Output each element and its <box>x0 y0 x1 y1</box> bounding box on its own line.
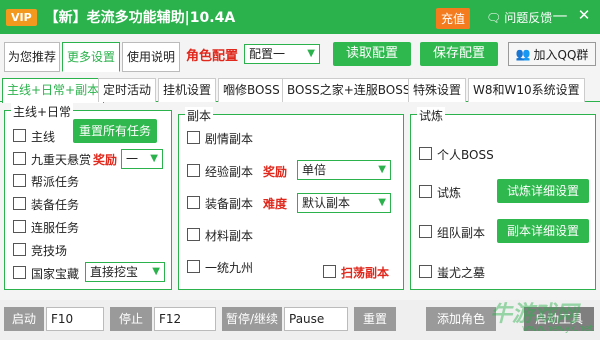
nine-heavens-reward-select[interactable]: 一 ▼ <box>121 149 163 169</box>
guild-task-label: 帮派任务 <box>31 175 80 189</box>
feedback-label: 问题反馈 <box>504 11 553 25</box>
pause-hotkey-input[interactable]: Pause <box>284 307 348 331</box>
stop-hotkey-input[interactable]: F12 <box>154 307 216 331</box>
add-role-button[interactable]: 添加角色 <box>426 307 496 331</box>
difficulty-value: 默认副本 <box>302 196 351 210</box>
dungeon-detail-settings-button[interactable]: 副本详细设置 <box>497 219 589 243</box>
group-trial: 试炼 个人BOSS 试炼 试炼详细设置 组队副本 副本详细设置 蚩尤之墓 <box>410 107 596 290</box>
equip-task-label: 装备任务 <box>31 198 80 212</box>
national-treasure-checkbox[interactable] <box>13 266 26 279</box>
join-qq-group-button[interactable]: 👥 加入QQ群 <box>508 42 596 66</box>
exp-dungeon-label: 经验副本 <box>205 165 254 179</box>
nine-heavens-reward-value: 一 <box>126 152 139 166</box>
tab-recommend[interactable]: 为您推荐 <box>4 42 60 72</box>
qq-group-label: 加入QQ群 <box>533 47 589 62</box>
sweep-dungeon-checkbox[interactable] <box>323 265 336 278</box>
app-title: 【新】老流多功能辅助|10.4A <box>44 10 236 26</box>
group-dungeon-title: 副本 <box>185 107 214 124</box>
difficulty-select[interactable]: 默认副本 ▼ <box>297 193 391 213</box>
role-config-label: 角色配置 <box>186 49 239 64</box>
chevron-down-icon: ▼ <box>150 153 158 164</box>
group-main-daily-title: 主线+日常 <box>11 103 74 120</box>
sweep-dungeon-label: 扫荡副本 <box>341 266 390 280</box>
chevron-down-icon: ▼ <box>378 164 386 175</box>
close-button[interactable]: ✕ <box>576 6 592 24</box>
tab-help[interactable]: 使用说明 <box>122 42 180 72</box>
unify-nine-states-label: 一统九州 <box>205 261 254 275</box>
group-dungeon: 副本 剧情副本 经验副本 奖励 单倍 ▼ 装备副本 难度 默认副本 ▼ 材料副本… <box>178 107 404 290</box>
tab-win-system-settings[interactable]: W8和W10系统设置 <box>468 78 585 102</box>
exp-reward-select[interactable]: 单倍 ▼ <box>297 160 391 180</box>
read-config-button[interactable]: 读取配置 <box>333 42 411 66</box>
team-dungeon-label: 组队副本 <box>437 226 486 240</box>
personal-boss-checkbox[interactable] <box>419 147 432 160</box>
equip-dungeon-label: 装备副本 <box>205 197 254 211</box>
story-dungeon-label: 剧情副本 <box>205 132 254 146</box>
config-select-value: 配置一 <box>249 47 286 61</box>
difficulty-label: 难度 <box>263 197 288 211</box>
recharge-button[interactable]: 充值 <box>436 8 471 29</box>
save-config-button[interactable]: 保存配置 <box>420 42 498 66</box>
unify-nine-states-checkbox[interactable] <box>187 260 200 273</box>
tab-boss-home[interactable]: BOSS之家+连服BOSS <box>282 78 416 102</box>
nine-heavens-label: 九重天悬赏 <box>31 153 92 167</box>
treasure-mode-value: 直接挖宝 <box>90 265 139 279</box>
group-trial-title: 试炼 <box>417 107 446 124</box>
feedback-link[interactable]: 🗨 问题反馈 <box>486 9 552 26</box>
reset-button[interactable]: 重置 <box>354 307 396 331</box>
mainline-checkbox[interactable] <box>13 129 26 142</box>
arena-checkbox[interactable] <box>13 243 26 256</box>
material-dungeon-label: 材料副本 <box>205 229 254 243</box>
national-treasure-label: 国家宝藏 <box>31 267 80 281</box>
trial-label: 试炼 <box>437 186 462 200</box>
treasure-mode-select[interactable]: 直接挖宝 ▼ <box>85 262 165 282</box>
start-button[interactable]: 启动 <box>4 307 44 331</box>
chat-icon: 🗨 <box>486 10 502 25</box>
pause-resume-button[interactable]: 暂停/继续 <box>222 307 282 331</box>
guild-task-checkbox[interactable] <box>13 174 26 187</box>
tab-boss-hunt[interactable]: 嗰修BOSS <box>218 78 285 102</box>
minimize-button[interactable]: — <box>552 6 568 24</box>
team-dungeon-checkbox[interactable] <box>419 225 432 238</box>
trial-checkbox[interactable] <box>419 185 432 198</box>
chiyou-tomb-checkbox[interactable] <box>419 265 432 278</box>
settings-tab-bar: 主线+日常+副本 定时活动 挂机设置 嗰修BOSS BOSS之家+连服BOSS … <box>0 78 600 103</box>
nine-heavens-reward-label: 奖励 <box>93 153 118 167</box>
tab-main-daily-dungeon[interactable]: 主线+日常+副本 <box>2 78 105 103</box>
mainline-label: 主线 <box>31 130 56 144</box>
tab-more-settings-label: 更多设置 <box>66 50 115 64</box>
cross-server-task-label: 连服任务 <box>31 221 80 235</box>
chevron-down-icon: ▼ <box>307 48 315 59</box>
tab-more-settings[interactable]: 更多设置 <box>62 42 120 72</box>
app-window: VIP 【新】老流多功能辅助|10.4A 充值 🗨 问题反馈 — ✕ 为您推荐 … <box>0 0 600 340</box>
nine-heavens-checkbox[interactable] <box>13 152 26 165</box>
group-main-daily: 主线+日常 主线 重置所有任务 九重天悬赏 奖励 一 ▼ 帮派任务 装备任务 连… <box>4 103 172 290</box>
tab-timed-events[interactable]: 定时活动 <box>98 78 157 102</box>
story-dungeon-checkbox[interactable] <box>187 131 200 144</box>
reset-all-tasks-button[interactable]: 重置所有任务 <box>73 119 157 143</box>
exp-reward-label: 奖励 <box>263 165 288 179</box>
exp-dungeon-checkbox[interactable] <box>187 164 200 177</box>
watermark-url: www.newyx.net <box>522 324 594 334</box>
personal-boss-label: 个人BOSS <box>437 148 494 162</box>
chevron-down-icon: ▼ <box>378 197 386 208</box>
qq-icon: 👥 <box>515 47 531 61</box>
start-hotkey-input[interactable]: F10 <box>46 307 104 331</box>
config-select[interactable]: 配置一 ▼ <box>244 44 320 64</box>
exp-reward-value: 单倍 <box>302 163 327 177</box>
chiyou-tomb-label: 蚩尤之墓 <box>437 266 486 280</box>
chevron-down-icon: ▼ <box>152 266 160 277</box>
tab-special-settings[interactable]: 特殊设置 <box>408 78 467 102</box>
cross-server-task-checkbox[interactable] <box>13 220 26 233</box>
tab-afk-settings[interactable]: 挂机设置 <box>158 78 217 102</box>
trial-detail-settings-button[interactable]: 试炼详细设置 <box>497 179 589 203</box>
vip-badge[interactable]: VIP <box>6 8 37 26</box>
stop-button[interactable]: 停止 <box>110 307 152 331</box>
material-dungeon-checkbox[interactable] <box>187 228 200 241</box>
equip-dungeon-checkbox[interactable] <box>187 196 200 209</box>
equip-task-checkbox[interactable] <box>13 197 26 210</box>
arena-label: 竞技场 <box>31 244 68 258</box>
